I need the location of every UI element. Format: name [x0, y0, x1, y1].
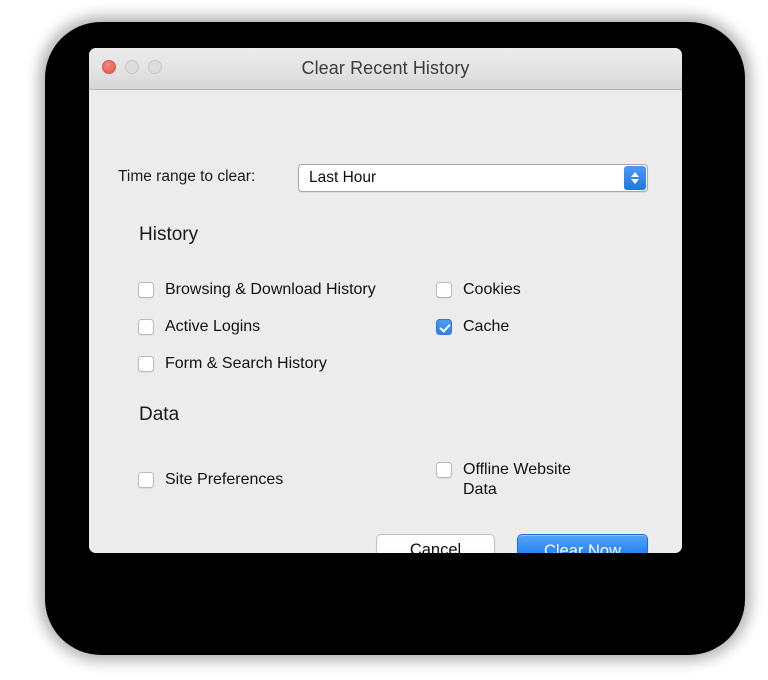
checkbox-offline-website-data[interactable] — [436, 462, 452, 478]
chevron-down-glyph — [631, 179, 639, 184]
checkbox-label: Browsing & Download History — [165, 281, 376, 298]
chevron-up-down-icon[interactable] — [624, 166, 646, 190]
checkbox-cookies[interactable] — [436, 282, 452, 298]
checkbox-label: Offline Website Data — [463, 461, 571, 498]
checkbox-row-offline-website-data[interactable]: Offline Website Data — [436, 460, 571, 500]
checkbox-label: Active Logins — [165, 318, 261, 335]
checkbox-active-logins[interactable] — [138, 319, 154, 335]
dialog-button-bar: Cancel Clear Now — [376, 534, 648, 553]
clear-now-button[interactable]: Clear Now — [517, 534, 648, 553]
checkbox-row-site-preferences[interactable]: Site Preferences — [138, 470, 283, 490]
history-section-title: History — [139, 224, 199, 245]
checkbox-cache[interactable] — [436, 319, 452, 335]
time-range-selected-value: Last Hour — [309, 169, 377, 186]
clear-recent-history-dialog: Clear Recent History Time range to clear… — [89, 48, 682, 553]
window-titlebar: Clear Recent History — [89, 48, 682, 90]
checkbox-browsing-download-history[interactable] — [138, 282, 154, 298]
checkbox-label: Site Preferences — [165, 471, 284, 488]
checkbox-row-form-search-history[interactable]: Form & Search History — [138, 354, 327, 374]
time-range-label: Time range to clear: — [118, 168, 256, 185]
time-range-row: Time range to clear: Last Hour — [89, 164, 682, 194]
checkbox-form-search-history[interactable] — [138, 356, 154, 372]
checkbox-row-browsing-download-history[interactable]: Browsing & Download History — [138, 280, 376, 300]
cancel-button[interactable]: Cancel — [376, 534, 495, 553]
page-title: Clear Recent History — [301, 58, 470, 78]
checkbox-site-preferences[interactable] — [138, 472, 154, 488]
chevron-up-glyph — [631, 172, 639, 177]
time-range-select[interactable]: Last Hour — [298, 164, 648, 192]
checkbox-label: Cookies — [463, 281, 521, 298]
checkbox-row-cookies[interactable]: Cookies — [436, 280, 521, 300]
dialog-content: Time range to clear: Last Hour History B… — [89, 90, 682, 553]
checkbox-label: Form & Search History — [165, 355, 327, 372]
data-section-title: Data — [139, 404, 180, 425]
checkbox-row-active-logins[interactable]: Active Logins — [138, 317, 260, 337]
checkbox-label: Cache — [463, 318, 510, 335]
checkbox-row-cache[interactable]: Cache — [436, 317, 509, 337]
